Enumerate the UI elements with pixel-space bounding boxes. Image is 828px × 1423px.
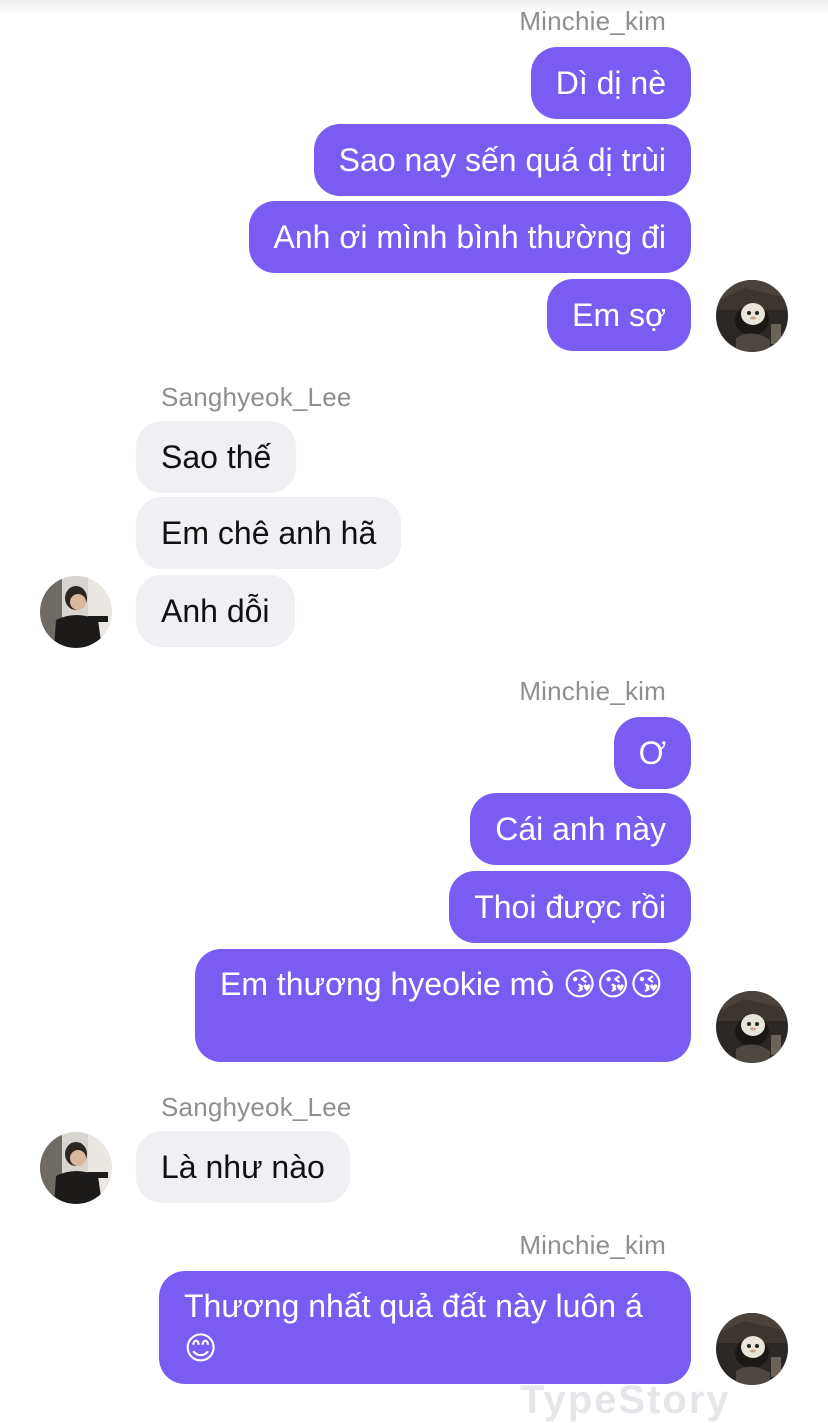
sender-name-minchie: Minchie_kim	[519, 676, 666, 706]
message-bubble-outgoing[interactable]: Thương nhất quả đất này luôn á 😊	[159, 1271, 691, 1384]
minchie-avatar[interactable]	[716, 280, 788, 352]
message-bubble-outgoing[interactable]: Dì dị nè	[530, 47, 691, 119]
message-bubble-outgoing[interactable]: Ơ	[613, 717, 691, 789]
message-bubble-incoming[interactable]: Anh dỗi	[136, 575, 295, 647]
message-bubble-outgoing[interactable]: Em thương hyeokie mò 😘😘😘	[195, 949, 691, 1062]
message-bubble-incoming[interactable]: Sao thế	[136, 421, 297, 493]
watermark: TypeStory	[520, 1378, 731, 1422]
sender-name-sanghyeok: Sanghyeok_Lee	[161, 382, 352, 412]
message-bubble-outgoing[interactable]: Em sợ	[547, 279, 691, 351]
minchie-avatar[interactable]	[716, 1313, 788, 1385]
message-bubble-outgoing[interactable]: Thoi được rồi	[449, 871, 691, 943]
person-photo-avatar-icon	[40, 576, 112, 648]
sender-name-sanghyeok: Sanghyeok_Lee	[161, 1092, 352, 1122]
dark-plush-avatar-icon	[716, 991, 788, 1063]
message-bubble-incoming[interactable]: Em chê anh hã	[136, 497, 402, 569]
dark-plush-avatar-icon	[716, 280, 788, 352]
message-bubble-outgoing[interactable]: Anh ơi mình bình thường đi	[248, 201, 691, 273]
sender-name-minchie: Minchie_kim	[519, 1230, 666, 1260]
minchie-avatar[interactable]	[716, 991, 788, 1063]
message-bubble-incoming[interactable]: Là như nào	[136, 1131, 350, 1203]
sanghyeok-avatar[interactable]	[40, 1132, 112, 1204]
sanghyeok-avatar[interactable]	[40, 576, 112, 648]
sender-name-minchie: Minchie_kim	[519, 6, 666, 36]
message-bubble-outgoing[interactable]: Cái anh này	[470, 793, 691, 865]
top-shadow	[0, 0, 828, 14]
person-photo-avatar-icon	[40, 1132, 112, 1204]
dark-plush-avatar-icon	[716, 1313, 788, 1385]
message-bubble-outgoing[interactable]: Sao nay sến quá dị trùi	[313, 124, 691, 196]
